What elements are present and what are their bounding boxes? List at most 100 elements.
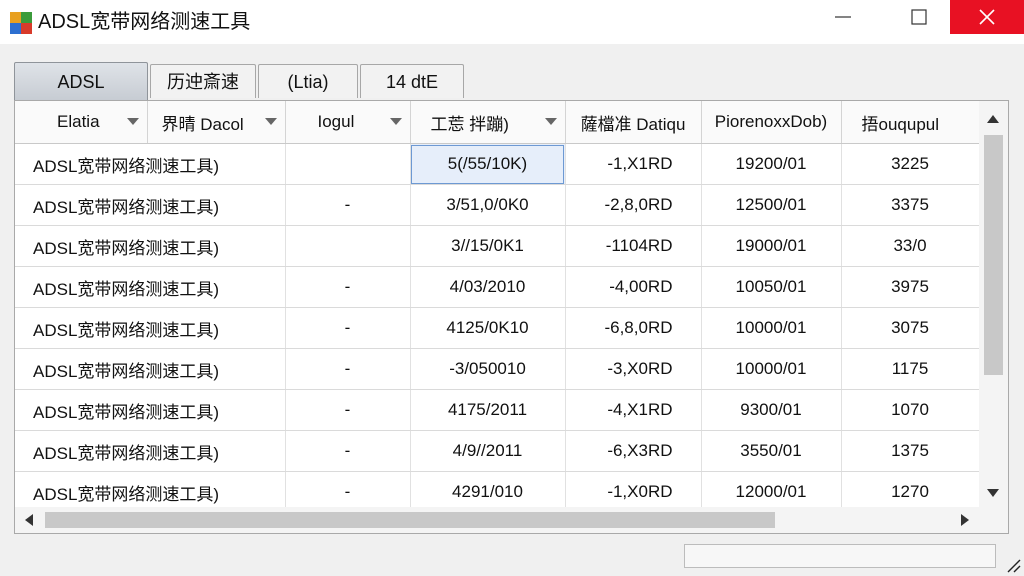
column-header-label: Piorenoxx­Dob) — [714, 112, 828, 131]
table-row[interactable]: ADSL宽带网络测速工具) - -3/050010 -3,X0RD 10000/… — [15, 348, 979, 390]
cell-delta: -6,8,0RD — [565, 307, 702, 349]
table-row[interactable]: ADSL宽带网络测速工具) - 4291/010 -1,X0RD 12000/0… — [15, 471, 979, 507]
cell-small: - — [285, 430, 411, 472]
cell-delta: -1104RD — [565, 225, 702, 267]
status-bar — [0, 536, 1024, 576]
cell-value: 1270 — [841, 471, 979, 507]
title-bar: ADSL宽带网络测速工具 — [0, 0, 1024, 44]
cell-speed: 12500/01 — [701, 184, 842, 226]
cell-speed: 3550/01 — [701, 430, 842, 472]
cell-value: 3375 — [841, 184, 979, 226]
sort-dropdown-icon[interactable] — [264, 118, 277, 125]
status-field — [684, 544, 996, 568]
column-header-4[interactable]: 工莣 拌蹦) — [410, 101, 566, 144]
cell-date: 4175/2011 — [410, 389, 566, 431]
cell-value: 3975 — [841, 266, 979, 308]
scroll-down-icon[interactable] — [987, 489, 999, 497]
table-row[interactable]: ADSL宽带网络测速工具) - 4/03/2010 -4,00RD 10050/… — [15, 266, 979, 308]
sort-dropdown-icon[interactable] — [389, 118, 402, 125]
table-row[interactable]: ADSL宽带网络测速工具) - 3/51,0/0K0 -2,8,0RD 1250… — [15, 184, 979, 226]
cell-delta: -2,8,0RD — [565, 184, 702, 226]
sort-dropdown-icon[interactable] — [126, 118, 139, 125]
cell-delta: -6,X3RD — [565, 430, 702, 472]
cell-date: 4/03/2010 — [410, 266, 566, 308]
tab-14dte[interactable]: 14 dtE — [360, 64, 464, 98]
header-row: Elatia 界晴 Dacol Iogul 工莣 拌蹦) 薩檔准 Datiqu … — [15, 101, 979, 144]
column-header-label: 工莣 拌蹦) — [430, 114, 509, 134]
window-title: ADSL宽带网络测速工具 — [38, 11, 251, 33]
cell-delta: -1,X1RD — [565, 143, 702, 185]
cell-delta: -4,X1RD — [565, 389, 702, 431]
minimize-button[interactable] — [820, 0, 866, 34]
sort-dropdown-icon[interactable] — [544, 118, 557, 125]
cell-delta: -1,X0RD — [565, 471, 702, 507]
vertical-scroll-thumb[interactable] — [984, 135, 1003, 375]
close-button[interactable] — [950, 0, 1024, 34]
cell-name: ADSL宽带网络测速工具) — [15, 184, 286, 226]
tab-adsl[interactable]: ADSL — [14, 62, 148, 100]
cell-speed: 19000/01 — [701, 225, 842, 267]
cell-name: ADSL宽带网络测速工具) — [15, 307, 286, 349]
table-row[interactable]: ADSL宽带网络测速工具) - 4/9//2011 -6,X3RD 3550/0… — [15, 430, 979, 472]
cell-small: - — [285, 471, 411, 507]
table-row[interactable]: ADSL宽带网络测速工具) 3//15/0K1 -1104RD 19000/01… — [15, 225, 979, 267]
cell-speed: 9300/01 — [701, 389, 842, 431]
cell-speed: 12000/01 — [701, 471, 842, 507]
resize-grip-icon[interactable] — [1004, 556, 1022, 574]
tab-ltia[interactable]: (Ltia) — [258, 64, 358, 98]
cell-speed: 19200/01 — [701, 143, 842, 185]
cell-speed: 10050/01 — [701, 266, 842, 308]
cell-value: 33/0 — [841, 225, 979, 267]
cell-value: 3225 — [841, 143, 979, 185]
cell-date: 4291/010 — [410, 471, 566, 507]
table-row[interactable]: ADSL宽带网络测速工具) 5(/55/10K) -1,X1RD 19200/0… — [15, 143, 979, 185]
close-icon — [979, 9, 995, 25]
cell-name: ADSL宽带网络测速工具) — [15, 225, 286, 267]
column-header-6[interactable]: Piorenoxx­Dob) — [701, 101, 842, 144]
cell-small: - — [285, 184, 411, 226]
column-header-7[interactable]: 捂ouqupul — [841, 101, 979, 144]
cell-value: 1175 — [841, 348, 979, 390]
cell-name: ADSL宽带网络测速工具) — [15, 266, 286, 308]
column-header-label: Elatia — [57, 112, 100, 131]
cell-small: - — [285, 266, 411, 308]
scroll-left-icon[interactable] — [25, 514, 33, 526]
maximize-button[interactable] — [896, 0, 942, 34]
cell-small — [285, 143, 411, 185]
cell-name: ADSL宽带网络测速工具) — [15, 143, 286, 185]
horizontal-scroll-thumb[interactable] — [45, 512, 775, 528]
results-panel: Elatia 界晴 Dacol Iogul 工莣 拌蹦) 薩檔准 Datiqu … — [14, 100, 1009, 534]
column-header-5[interactable]: 薩檔准 Datiqu — [565, 101, 702, 144]
table-row[interactable]: ADSL宽带网络测速工具) - 4125/0K10 -6,8,0RD 10000… — [15, 307, 979, 349]
cell-name: ADSL宽带网络测速工具) — [15, 389, 286, 431]
cell-date: -3/050010 — [410, 348, 566, 390]
cell-name: ADSL宽带网络测速工具) — [15, 471, 286, 507]
column-header-2[interactable]: 界晴 Dacol — [147, 101, 286, 144]
table-row[interactable]: ADSL宽带网络测速工具) - 4175/2011 -4,X1RD 9300/0… — [15, 389, 979, 431]
horizontal-scrollbar[interactable] — [15, 507, 1008, 533]
results-grid: Elatia 界晴 Dacol Iogul 工莣 拌蹦) 薩檔准 Datiqu … — [15, 101, 979, 507]
cell-small — [285, 225, 411, 267]
column-header-label: 界晴 Dacol — [161, 114, 244, 134]
minimize-icon — [835, 16, 851, 18]
cell-value: 1375 — [841, 430, 979, 472]
cell-delta: -3,X0RD — [565, 348, 702, 390]
cell-value: 3075 — [841, 307, 979, 349]
vertical-scrollbar[interactable] — [979, 101, 1008, 507]
scroll-right-icon[interactable] — [961, 514, 969, 526]
column-header-3[interactable]: Iogul — [285, 101, 411, 144]
scroll-up-icon[interactable] — [987, 115, 999, 123]
cell-speed: 10000/01 — [701, 307, 842, 349]
cell-date: 3/51,0/0K0 — [410, 184, 566, 226]
cell-name: ADSL宽带网络测速工具) — [15, 430, 286, 472]
tab-history[interactable]: 历迚斎速 — [150, 64, 256, 98]
cell-small: - — [285, 307, 411, 349]
cell-value: 1070 — [841, 389, 979, 431]
cell-date[interactable]: 5(/55/10K) — [410, 143, 566, 185]
cell-speed: 10000/01 — [701, 348, 842, 390]
maximize-icon — [911, 9, 927, 25]
column-header-1[interactable]: Elatia — [15, 101, 148, 144]
column-header-label: Iogul — [317, 112, 355, 131]
cell-date: 3//15/0K1 — [410, 225, 566, 267]
app-logo-icon — [10, 12, 32, 34]
